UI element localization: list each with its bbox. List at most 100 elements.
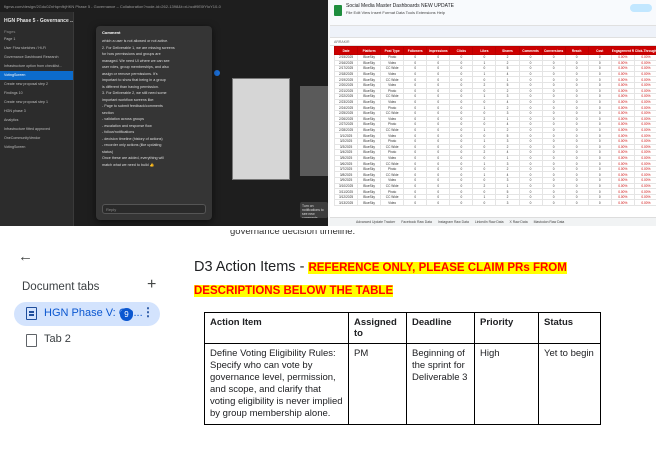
column-header[interactable]: Engagement Rate bbox=[610, 46, 635, 55]
sheet-tab[interactable]: Facebook Raw Data bbox=[401, 218, 432, 226]
document-icon bbox=[26, 307, 37, 320]
layer-item[interactable]: Infrastructure option from checklist... bbox=[0, 62, 73, 71]
share-button[interactable] bbox=[630, 4, 652, 12]
figma-window: figma.com/design/2Gdu0ZnHqmfbjHKN Phase … bbox=[0, 0, 328, 226]
document-icon bbox=[26, 334, 37, 347]
docs-window: ← Document tabs + HGN Phase V: Go... 9 ⋮… bbox=[0, 226, 656, 450]
column-header[interactable]: Cost bbox=[587, 46, 612, 55]
column-header[interactable]: Shares bbox=[495, 46, 520, 55]
sheets-window: Social Media Master Dashboards NEW UPDAT… bbox=[328, 0, 656, 226]
sheet-cell[interactable]: 0 bbox=[564, 199, 589, 206]
action-items-table: Action Item Assigned to Deadline Priorit… bbox=[204, 312, 601, 425]
grid-body[interactable]: 2/15/2025 BlueSky Photo 0 0 0 0 2 0 0 0 0 0.00% 0.00%… bbox=[333, 54, 656, 206]
column-header[interactable]: Click-Through Rate bbox=[633, 46, 656, 55]
figma-layers-panel: HGN Phase 5 - Governance ... Pages Page … bbox=[0, 12, 74, 226]
spreadsheet-grid[interactable]: Date Platform Post Type Followers Impression… bbox=[333, 46, 656, 206]
design-frame[interactable] bbox=[232, 78, 290, 180]
comment-thread-panel: Comment which a user is not allowed or n… bbox=[96, 26, 212, 220]
table-cell[interactable]: PM bbox=[348, 343, 407, 425]
browser-address-bar[interactable]: figma.com/design/2Gdu0ZnHqmfbjHKN Phase … bbox=[0, 0, 328, 12]
document-tabs-label: Document tabs bbox=[22, 281, 100, 293]
doc-tab-active[interactable]: HGN Phase V: Go... 9 ⋮ bbox=[14, 302, 160, 326]
reply-input[interactable]: Reply bbox=[102, 204, 206, 214]
add-tab-button[interactable]: + bbox=[147, 276, 156, 294]
sheet-cell[interactable]: 0 bbox=[403, 199, 428, 206]
column-header[interactable]: Date bbox=[333, 46, 359, 55]
sheet-tab[interactable]: LinkedIn Raw Data bbox=[475, 218, 504, 226]
column-header[interactable]: Reach bbox=[564, 46, 589, 55]
sheet-cell[interactable]: 0 bbox=[518, 199, 543, 206]
sheet-cell[interactable]: 0 bbox=[541, 199, 566, 206]
layer-item[interactable]: Page 1 bbox=[0, 35, 73, 44]
layer-item[interactable]: Findings 10 bbox=[0, 89, 73, 98]
doc-tab-2[interactable]: Tab 2 bbox=[14, 329, 160, 351]
table-cell[interactable]: Define Voting Eligibility Rules: Specify… bbox=[204, 343, 349, 425]
table-cell[interactable]: Beginning of the sprint for Deliverable … bbox=[406, 343, 475, 425]
comment-pin-icon[interactable] bbox=[214, 70, 220, 76]
column-header: Deadline bbox=[406, 312, 475, 344]
table-row: Define Voting Eligibility Rules: Specify… bbox=[204, 343, 601, 425]
column-header: Action Item bbox=[204, 312, 349, 344]
table-cell[interactable]: High bbox=[474, 343, 539, 425]
layer-item[interactable]: Infrastructure fitted approved bbox=[0, 125, 73, 134]
project-title[interactable]: HGN Phase 5 - Governance ... bbox=[0, 12, 73, 26]
back-arrow-icon[interactable]: ← bbox=[18, 248, 33, 265]
comment-line: match what we need to build 👍 bbox=[102, 162, 155, 167]
sheet-cell[interactable]: BlueSky bbox=[357, 199, 382, 206]
column-header[interactable]: Impressions bbox=[426, 46, 451, 55]
layer-item[interactable]: Governance Dashboard Research bbox=[0, 53, 73, 62]
previous-text-fragment: governance decision timeline. bbox=[230, 230, 356, 237]
sheet-cell[interactable]: 0 bbox=[472, 199, 497, 206]
column-header[interactable]: Clicks bbox=[449, 46, 474, 55]
layer-item[interactable]: Create new proposal step 1 bbox=[0, 98, 73, 107]
sheet-tab[interactable]: X Raw Data bbox=[510, 218, 528, 226]
url-text: figma.com/design/2Gdu0ZnHqmfbjHKN Phase … bbox=[4, 3, 221, 9]
comment-body: which a user is not allowed or not activ… bbox=[102, 38, 206, 168]
sheet-cell[interactable]: Video bbox=[380, 199, 405, 206]
sheet-tab-bar: Advanced Update Tracker Facebook Raw Data… bbox=[330, 217, 656, 226]
sheet-cell[interactable]: 3/13/2025 bbox=[333, 199, 359, 206]
column-headers: Date Platform Post Type Followers Impression… bbox=[333, 46, 656, 55]
sheet-tab[interactable]: Mastodon Raw Data bbox=[534, 218, 565, 226]
notification-toast[interactable]: Turn on notifications to see new comment… bbox=[300, 202, 328, 218]
column-header[interactable]: Comments bbox=[518, 46, 543, 55]
sheet-row: 3/13/2025 BlueSky Video 0 0 0 0 3 0 0 0 0 0.00% 0.00% bbox=[333, 199, 656, 206]
pages-label: Pages bbox=[4, 29, 16, 34]
more-options-icon[interactable]: ⋮ bbox=[142, 305, 154, 319]
sheet-cell[interactable]: 0 bbox=[587, 199, 612, 206]
document-page[interactable]: governance decision timeline. D3 Action … bbox=[176, 226, 620, 450]
sheets-header: Social Media Master Dashboards NEW UPDAT… bbox=[330, 0, 656, 26]
sheet-cell[interactable]: 0 bbox=[449, 199, 474, 206]
layer-item[interactable]: VotingScreen bbox=[0, 143, 73, 152]
column-header[interactable]: Platform bbox=[357, 46, 382, 55]
sheet-cell[interactable]: 0.00% bbox=[610, 199, 635, 206]
layer-list: Page 1 User Flow sketches / Hi-Fi Governan… bbox=[0, 35, 73, 152]
layer-item[interactable]: OneCommunityVendor bbox=[0, 134, 73, 143]
sheet-cell[interactable]: 3 bbox=[495, 199, 520, 206]
layer-item[interactable]: VotingScreen bbox=[0, 71, 73, 80]
section-heading: D3 Action Items - REFERENCE ONLY, PLEASE… bbox=[194, 256, 614, 302]
sheet-tab[interactable]: Instagram Raw Data bbox=[438, 218, 469, 226]
design-frame-secondary[interactable] bbox=[300, 86, 328, 176]
sheets-logo-icon[interactable] bbox=[334, 5, 342, 16]
doc-tab-label: Tab 2 bbox=[44, 333, 71, 345]
layer-item[interactable]: HGN phase 3 bbox=[0, 107, 73, 116]
column-header[interactable]: Followers bbox=[403, 46, 428, 55]
name-box[interactable]: ARRAKIR bbox=[330, 38, 656, 46]
sheet-cell[interactable]: 0 bbox=[426, 199, 451, 206]
column-header[interactable]: Post Type bbox=[380, 46, 405, 55]
sheets-toolbar[interactable] bbox=[330, 26, 656, 38]
heading-text: D3 Action Items - bbox=[194, 259, 309, 275]
layer-item[interactable]: Analytics bbox=[0, 116, 73, 125]
column-header[interactable]: Likes bbox=[472, 46, 497, 55]
table-cell[interactable]: Yet to begin bbox=[538, 343, 601, 425]
layer-item[interactable]: Create new proposal step 2 bbox=[0, 80, 73, 89]
sheet-tab[interactable]: Advanced Update Tracker bbox=[356, 218, 395, 226]
sheets-menu-bar[interactable]: File Edit View Insert Format Data Tools … bbox=[346, 10, 445, 15]
sheet-cell[interactable]: 0.00% bbox=[633, 199, 656, 206]
column-header[interactable]: Conversions bbox=[541, 46, 566, 55]
column-header: Status bbox=[538, 312, 601, 344]
spreadsheet-title[interactable]: Social Media Master Dashboards NEW UPDAT… bbox=[346, 3, 454, 9]
layer-item[interactable]: User Flow sketches / Hi-Fi bbox=[0, 44, 73, 53]
column-header: Assigned to bbox=[348, 312, 407, 344]
